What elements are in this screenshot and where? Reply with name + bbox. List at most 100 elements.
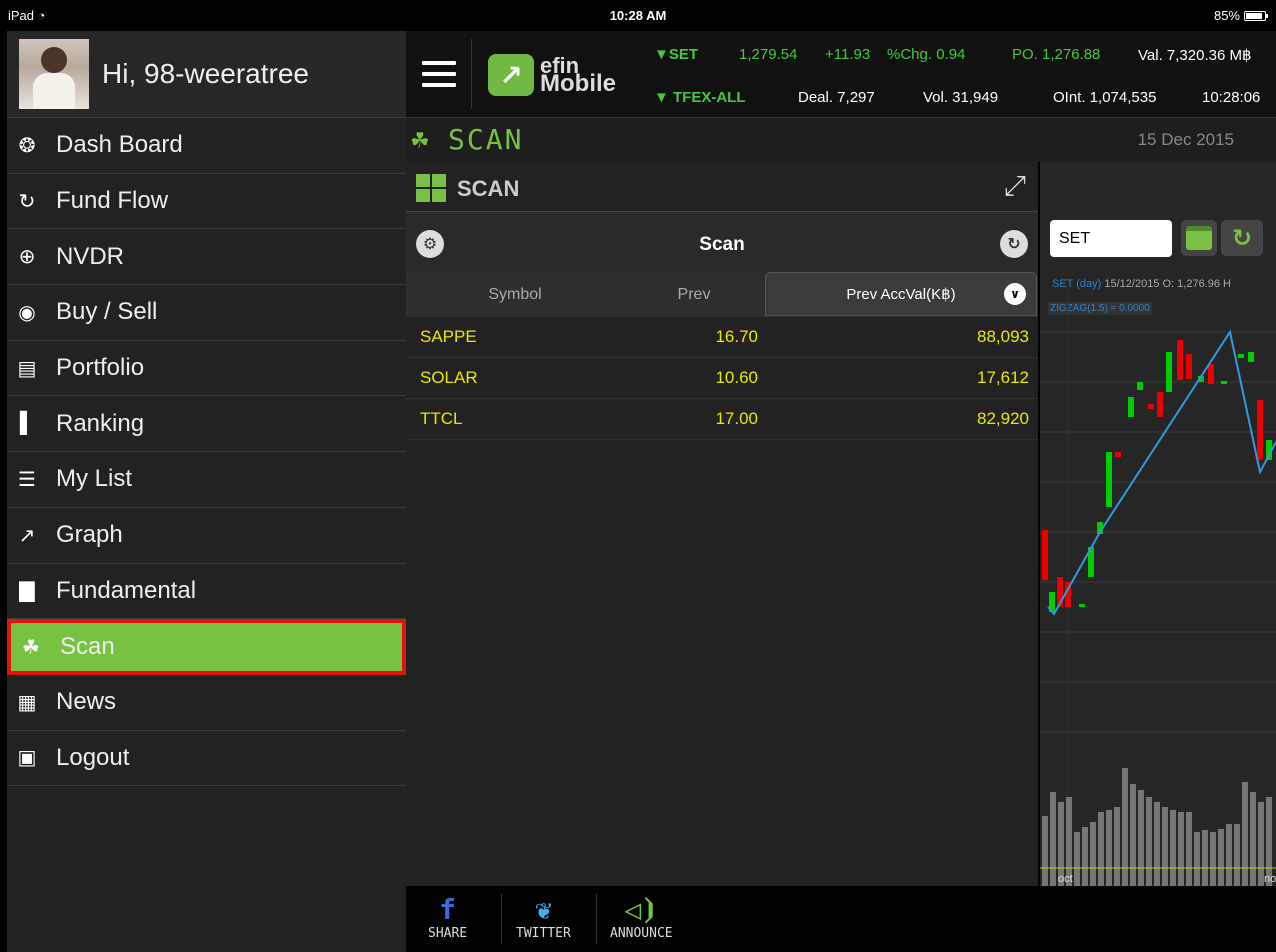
scan-toolbar-title: Scan <box>699 234 745 255</box>
row-symbol: SOLAR <box>420 368 478 387</box>
sidebar-item-nvdr[interactable]: ⊕ NVDR <box>7 229 406 286</box>
footer-divider <box>501 894 502 944</box>
header-divider <box>471 39 472 109</box>
efin-mobile-logo: ↗ efin Mobile <box>488 53 643 97</box>
status-time: 10:28 AM <box>609 8 667 23</box>
tfex-vol: Vol. 31,949 <box>923 89 999 106</box>
panel-label: SCAN <box>457 176 520 201</box>
sidebar: Hi, 98-weeratree ❂ Dash Board ↻ Fund Flo… <box>7 31 406 952</box>
calendar-button[interactable] <box>1181 220 1217 256</box>
battery-status: 85% <box>1213 8 1268 23</box>
set-index-value: 1,279.54 <box>739 46 798 63</box>
sidebar-item-label: Dash Board <box>56 131 183 159</box>
user-greeting: Hi, 98-weeratree <box>102 58 309 89</box>
chart-series-label: SET (day) 15/12/2015 O: 1,276.96 H <box>1052 278 1231 290</box>
set-index-po: PO. 1,276.88 <box>1012 46 1101 63</box>
scan-toolbar: ⚙ Scan ↻ <box>406 212 1038 272</box>
table-row[interactable]: TTCL 17.00 82,920 <box>406 399 1038 440</box>
row-symbol: SAPPE <box>420 327 477 346</box>
x-axis-label-oct: oct <box>1058 873 1073 885</box>
row-acc: 88,093 <box>977 327 1029 346</box>
row-acc: 82,920 <box>977 409 1029 428</box>
footer-bar: f SHARE ❦ TWITTER ◁⦘ ANNOUNCE <box>406 886 1276 952</box>
logo-arrow-icon: ↗ <box>488 54 534 96</box>
share-button[interactable]: f SHARE <box>428 894 467 942</box>
table-row[interactable]: SOLAR 10.60 17,612 <box>406 358 1038 399</box>
fund-flow-icon: ↻ <box>18 190 36 213</box>
sidebar-item-label: Portfolio <box>56 354 145 382</box>
sidebar-item-logout[interactable]: ▣ Logout <box>7 731 406 787</box>
tfex-name: ▼ TFEX-ALL <box>654 89 746 106</box>
footer-divider <box>596 894 597 944</box>
twitter-button[interactable]: ❦ TWITTER <box>516 893 571 942</box>
chart-series-name: SET (day) <box>1052 278 1102 290</box>
status-bar: iPad ◔ 10:28 AM 85% <box>0 0 1276 31</box>
sidebar-item-label: Fundamental <box>56 576 197 604</box>
refresh-icon[interactable]: ↻ <box>1000 230 1028 258</box>
tfex-deal: Deal. 7,297 <box>798 89 875 106</box>
lock-icon: ▣ <box>17 747 37 770</box>
sidebar-item-label: My List <box>56 465 133 493</box>
tfex-oint: OInt. 1,074,535 <box>1053 89 1157 106</box>
chart-ohlc: 15/12/2015 O: 1,276.96 H <box>1104 278 1231 290</box>
user-header: Hi, 98-weeratree <box>7 31 406 118</box>
announce-label: ANNOUNCE <box>610 926 673 941</box>
globe-icon: ⊕ <box>18 246 36 269</box>
portfolio-icon: ▤ <box>17 357 37 380</box>
battery-icon <box>1244 10 1268 21</box>
calendar-icon <box>1186 226 1212 250</box>
chart-refresh-icon[interactable]: ↻ <box>1221 220 1263 256</box>
megaphone-icon: ◁⦘ <box>624 893 659 926</box>
news-icon: ▦ <box>17 691 37 714</box>
coin-icon: ◉ <box>18 301 36 324</box>
graph-icon: ↗ <box>18 524 36 547</box>
column-acc-label: Prev AccVal(K฿) <box>846 286 956 303</box>
sidebar-item-news[interactable]: ▦ News <box>7 675 406 731</box>
sidebar-item-label: Scan <box>60 633 115 661</box>
sidebar-item-label: Ranking <box>56 409 145 437</box>
row-acc: 17,612 <box>977 368 1029 387</box>
sidebar-item-label: Fund Flow <box>56 187 169 215</box>
dashboard-icon: ❂ <box>18 134 36 157</box>
sidebar-item-label: News <box>56 688 117 716</box>
hamburger-menu-icon[interactable] <box>422 61 456 87</box>
twitter-label: TWITTER <box>516 926 571 941</box>
candlestick-chart[interactable]: oct no <box>1040 292 1276 886</box>
sidebar-item-buy-sell[interactable]: ◉ Buy / Sell <box>7 285 406 341</box>
column-symbol[interactable]: Symbol <box>406 272 624 317</box>
panel-header: SCAN ⤢ <box>406 162 1038 212</box>
set-index-change: +11.93 <box>825 46 871 63</box>
scan-icon: ☘ <box>410 128 430 153</box>
table-row[interactable]: SAPPE 16.70 88,093 <box>406 317 1038 358</box>
expand-icon[interactable]: ⤢ <box>1004 170 1026 203</box>
column-prev[interactable]: Prev <box>624 272 764 317</box>
sidebar-item-label: Buy / Sell <box>56 298 158 326</box>
sidebar-item-fundamental[interactable]: ▇ Fundamental <box>7 564 406 620</box>
tfex-time: 10:28:06 <box>1202 89 1261 106</box>
column-select-dropdown[interactable]: Prev AccVal(K฿) ∨ <box>765 272 1037 316</box>
symbol-input[interactable]: SET <box>1050 220 1172 257</box>
sidebar-item-scan[interactable]: ☘ Scan <box>7 619 406 675</box>
sidebar-item-graph[interactable]: ↗ Graph <box>7 508 406 564</box>
sidebar-item-label: Logout <box>56 743 130 771</box>
avatar[interactable] <box>19 39 89 109</box>
sidebar-item-dashboard[interactable]: ❂ Dash Board <box>7 118 406 174</box>
set-index-pct: %Chg. 0.94 <box>887 46 966 63</box>
row-symbol: TTCL <box>420 409 463 428</box>
x-axis-label-nov: no <box>1264 873 1276 885</box>
twitter-bird-icon: ❦ <box>534 893 552 926</box>
ranking-icon: ▌ <box>19 412 35 435</box>
announce-button[interactable]: ◁⦘ ANNOUNCE <box>610 893 673 942</box>
sidebar-item-label: NVDR <box>56 242 125 270</box>
list-icon: ☰ <box>18 468 36 491</box>
set-index-val: Val. 7,320.36 M฿ <box>1138 47 1252 64</box>
sidebar-item-portfolio[interactable]: ▤ Portfolio <box>7 341 406 397</box>
sidebar-item-ranking[interactable]: ▌ Ranking <box>7 396 406 453</box>
row-prev: 17.00 <box>715 409 758 428</box>
logo-line2: Mobile <box>540 70 616 97</box>
set-index-name: ▼SET <box>654 46 699 63</box>
battery-percent: 85% <box>1213 8 1240 23</box>
sidebar-item-my-list[interactable]: ☰ My List <box>7 452 406 508</box>
sidebar-item-fund-flow[interactable]: ↻ Fund Flow <box>7 174 406 230</box>
scan-title-bar: ☘ SCAN 15 Dec 2015 <box>406 118 1276 162</box>
